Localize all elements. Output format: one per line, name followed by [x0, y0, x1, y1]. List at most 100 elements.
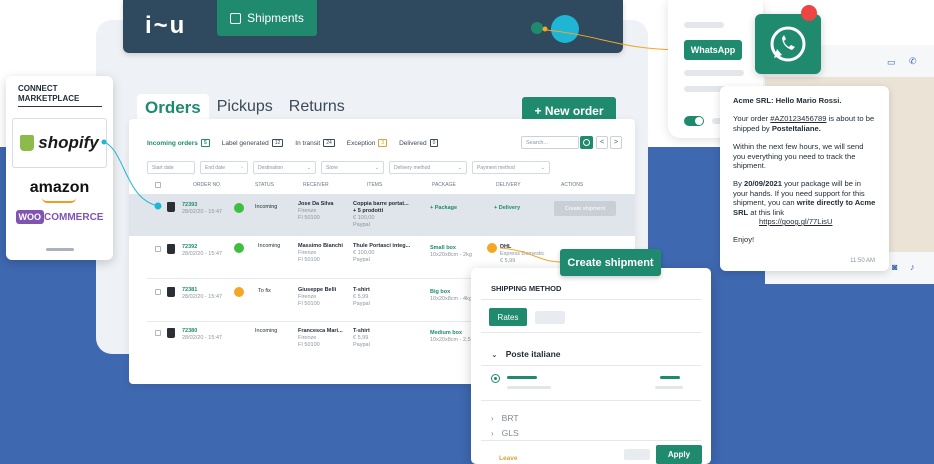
whatsapp-icon: [755, 14, 821, 74]
status-cell: Incoming: [255, 328, 278, 334]
package-cell: Medium box 10x20x8cm - 2,5kg: [430, 330, 476, 344]
order-date: 28/02/20 - 15:47: [182, 251, 223, 257]
store-filter[interactable]: Store ⌄: [321, 161, 384, 174]
item-price: € 100,00: [353, 250, 375, 256]
select-all-checkbox[interactable]: [155, 182, 161, 188]
filter-label: Destination: [258, 165, 284, 171]
receiver-cell: Jose Da Silva Firenze FI 50100: [298, 201, 333, 222]
message-sign: Enjoy!: [733, 235, 755, 245]
row-checkbox[interactable]: [155, 330, 161, 336]
payment-method-filter[interactable]: Payment method ⌄: [472, 161, 550, 174]
microphone-icon[interactable]: ♪: [910, 262, 915, 272]
rate-price-bar: [660, 376, 680, 379]
payment-method: Paypal: [353, 342, 370, 348]
apply-button[interactable]: Apply: [656, 445, 702, 464]
receiver-cell: Giuseppe Belli Firenze FI 50100: [298, 287, 336, 308]
chevron-down-icon: ⌄: [374, 165, 379, 171]
receiver-zip: FI 50100: [298, 342, 320, 348]
video-call-icon[interactable]: ▭: [887, 57, 896, 68]
item-price: € 5,99: [353, 294, 369, 300]
prev-page-button[interactable]: <: [596, 136, 608, 149]
message-paragraph: By 20/09/2021 your package will be in yo…: [733, 179, 877, 226]
order-number-link[interactable]: #AZ0123456789: [770, 114, 826, 123]
notification-dot-icon: [801, 5, 817, 21]
rate-radio[interactable]: [491, 374, 500, 383]
tab-incoming-orders[interactable]: Incoming orders 5: [147, 139, 210, 147]
shopify-option[interactable]: shopify: [12, 118, 107, 168]
card-handle: [46, 248, 74, 251]
carrier-brt[interactable]: › BRT: [491, 413, 519, 423]
tab-in-transit[interactable]: In transit 24: [295, 139, 335, 147]
search-icon[interactable]: [580, 136, 593, 149]
status-cell: To fix: [258, 288, 271, 294]
add-package-link[interactable]: + Package: [430, 205, 457, 212]
tab-label-generated[interactable]: Label generated 12: [222, 139, 284, 147]
chevron-right-icon: ›: [491, 429, 494, 438]
search-input[interactable]: Search...: [521, 136, 579, 149]
placeholder-bar: [684, 22, 724, 28]
column-header: STATUS: [255, 182, 274, 188]
woocommerce-option[interactable]: WOO COMMERCE: [6, 210, 113, 224]
order-date: 28/02/20 - 15:47: [182, 335, 223, 341]
status-tab-label: Delivered: [399, 139, 427, 147]
filter-label: End date: [205, 165, 226, 171]
next-page-button[interactable]: >: [610, 136, 622, 149]
receiver-cell: Francesca Mari... Firenze FI 50100: [298, 328, 343, 349]
phone-icon[interactable]: ✆: [909, 56, 917, 67]
end-date-filter[interactable]: End date ▫: [200, 161, 248, 174]
order-number-cell[interactable]: 72380 28/02/20 - 15:47: [182, 328, 222, 342]
carrier-name: PosteItaliane.: [771, 123, 821, 133]
secondary-action-button[interactable]: [624, 449, 650, 460]
message-text: By: [733, 179, 744, 189]
item-price: € 5,99: [353, 335, 369, 341]
carrier-gls[interactable]: › GLS: [491, 428, 519, 438]
column-header: PACKAGE: [432, 182, 456, 188]
box-icon: [230, 12, 242, 24]
receiver-zip: FI 50100: [298, 215, 320, 221]
leave-button[interactable]: Leave: [499, 455, 517, 462]
tab-delivered[interactable]: Delivered 0: [399, 139, 439, 147]
package-size: 10x20x8cm - 2,5kg: [430, 337, 477, 343]
carrier-name: DHL: [500, 244, 512, 250]
tab-exception[interactable]: Exception 3: [347, 139, 388, 147]
order-number-cell[interactable]: 72393 28/02/20 - 15:47: [182, 202, 222, 216]
table-row[interactable]: 72393 28/02/20 - 15:47 Incoming Jose Da S…: [129, 194, 635, 236]
receiver-zip: FI 50100: [298, 257, 320, 263]
add-delivery-link[interactable]: + Delivery: [494, 205, 520, 212]
amazon-option[interactable]: amazon: [6, 179, 113, 197]
destination-filter[interactable]: Destination ⌄: [253, 161, 316, 174]
payment-method: Paypal: [353, 257, 370, 263]
package-size: 10x20x8cm - 2kg: [430, 252, 472, 258]
package-cell: Small box 10x20x8cm - 2kg: [430, 245, 472, 259]
rate-detail-bar: [507, 386, 551, 389]
chevron-down-icon: ⌄: [540, 165, 545, 171]
column-header: ORDER NO.: [193, 182, 222, 188]
delivery-service: Express Domestic: [500, 251, 545, 257]
chevron-down-icon: ⌄: [491, 350, 498, 359]
table-header: ORDER NO. STATUS RECEIVER ITEMS PACKAGE …: [147, 182, 617, 192]
delivery-method-filter[interactable]: Delivery method ⌄: [389, 161, 467, 174]
whatsapp-label[interactable]: WhatsApp: [684, 40, 742, 60]
rates-tab[interactable]: Rates: [489, 308, 527, 326]
carrier-poste-italiane[interactable]: ⌄ Poste italiane: [491, 349, 561, 359]
order-number-cell[interactable]: 72381 28/02/20 - 15:47: [182, 287, 222, 301]
delivery-date: 20/09/2021: [743, 179, 782, 189]
shopify-bag-icon: [167, 328, 175, 338]
toggle-switch[interactable]: [684, 116, 704, 126]
create-shipment-button[interactable]: Create shipment: [560, 249, 661, 276]
row-checkbox[interactable]: [155, 246, 161, 252]
user-avatar[interactable]: [551, 15, 579, 43]
order-number-cell[interactable]: 72392 28/02/20 - 15:47: [182, 244, 222, 258]
row-checkbox[interactable]: [155, 289, 161, 295]
receiver-city: Firenze: [298, 294, 317, 300]
carrier-warning-dot-icon: [487, 243, 497, 253]
message-paragraph: Within the next few hours, we will send …: [733, 142, 864, 171]
start-date-filter[interactable]: Start date: [147, 161, 195, 174]
camera-icon[interactable]: ◙: [892, 262, 897, 272]
shipments-nav-button[interactable]: Shipments: [217, 0, 317, 36]
amazon-smile-icon: [42, 198, 76, 203]
create-shipment-row-button[interactable]: Create shipment: [554, 201, 616, 216]
chevron-right-icon: ›: [491, 414, 494, 423]
support-link[interactable]: https://goog.gl/77LisU: [759, 217, 832, 226]
secondary-tab[interactable]: [535, 311, 565, 324]
